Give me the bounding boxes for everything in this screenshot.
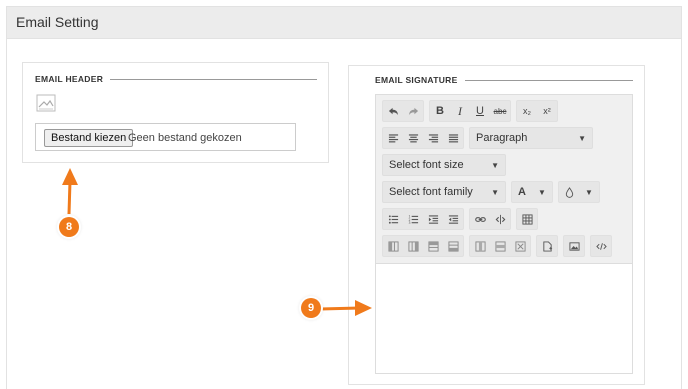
callout-marker: 9	[301, 298, 321, 318]
annotation-arrows	[62, 168, 372, 316]
arrow-up-line	[67, 180, 72, 215]
arrow-up-head	[62, 168, 78, 185]
arrow-right-line	[319, 306, 361, 311]
callout-marker: 8	[59, 217, 79, 237]
arrow-right-head	[355, 300, 372, 316]
